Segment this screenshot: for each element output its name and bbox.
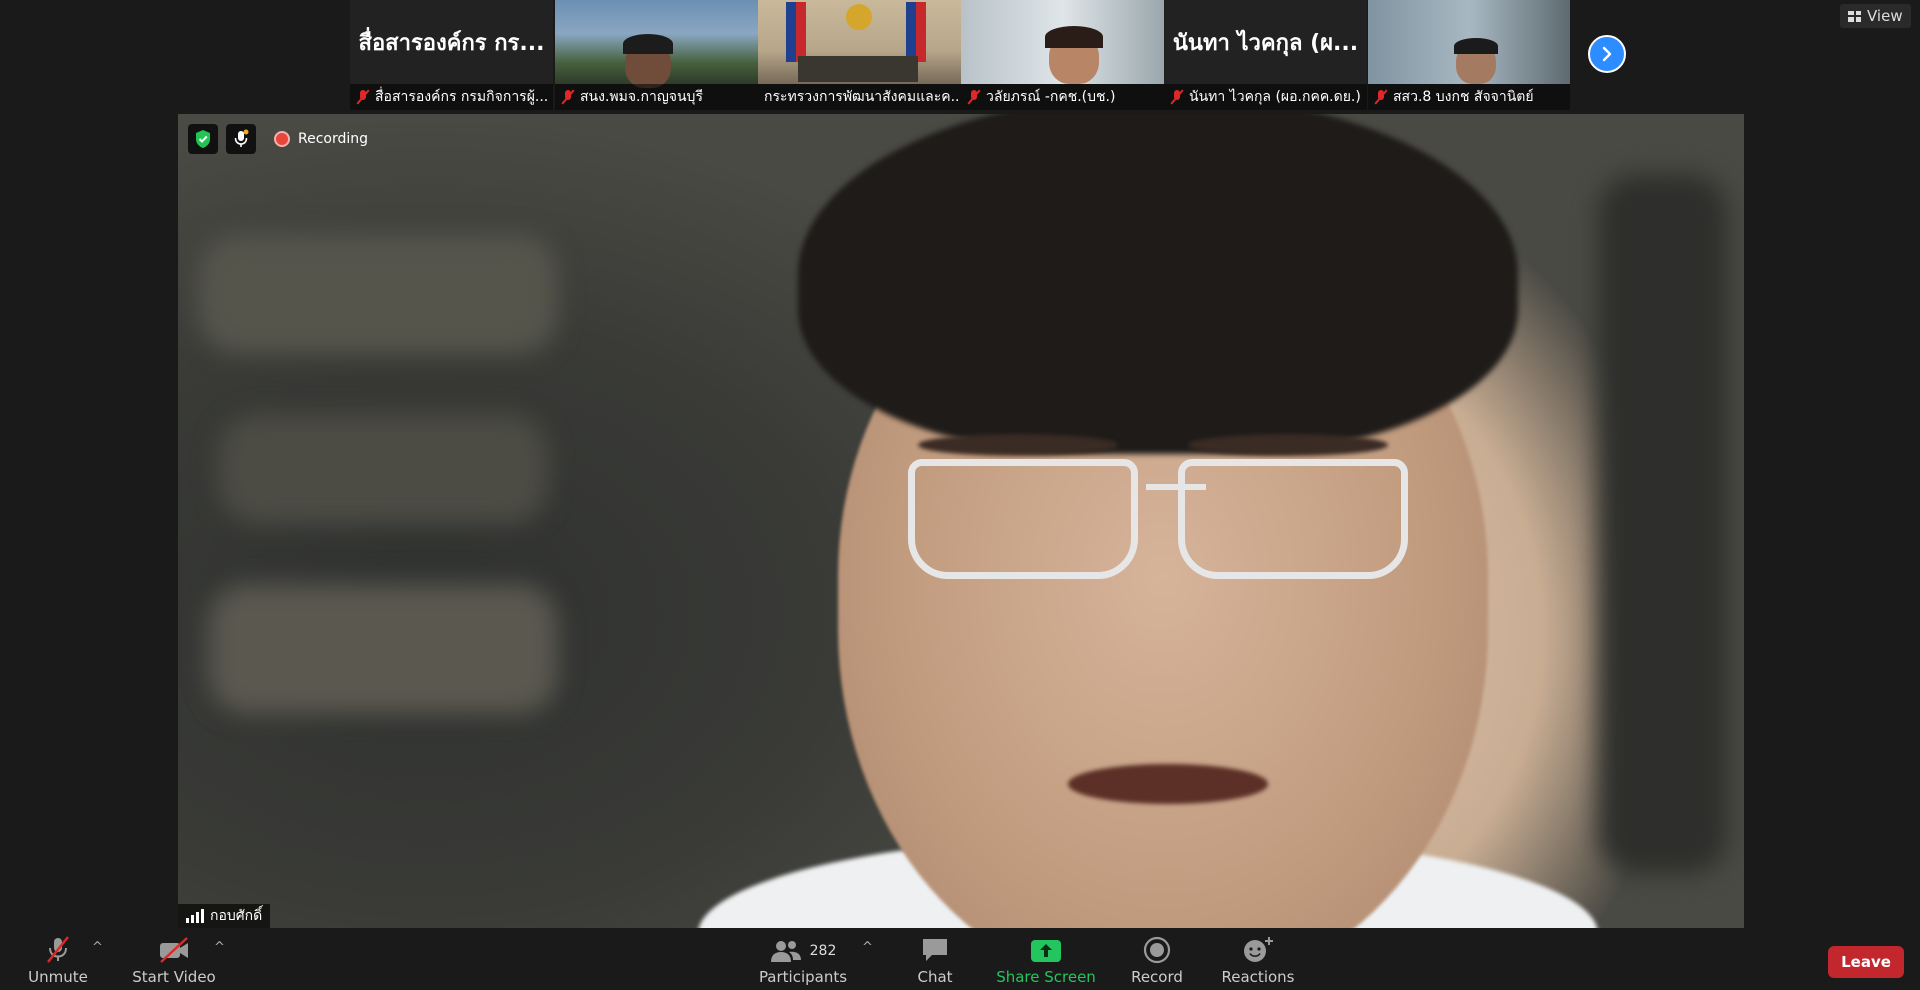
speaker-brow [918,434,1118,456]
chat-button[interactable]: Chat [908,934,962,986]
participants-options-caret[interactable]: ^ [862,940,873,955]
start-video-button[interactable]: Start Video [132,934,216,986]
participant-name-display: นันทา ไวคกุล (ผ... [1172,30,1359,56]
participant-name-display: สื่อสารองค์กร กร... [358,30,545,56]
speaker-glasses-left [908,459,1138,579]
speaker-glasses-right [1178,459,1408,579]
participant-thumbnail[interactable]: สนง.พมจ.กาญจนบุรี [555,0,758,110]
active-speaker-video: Recording กอบศักดิ์ [178,114,1744,928]
muted-mic-icon [356,89,370,105]
video-options-caret[interactable]: ^ [214,940,225,955]
participant-caption: สนง.พมจ.กาญจนบุรี [555,84,758,110]
participant-thumbnail[interactable]: สสว.8 บงกช สัจจานิตย์ [1368,0,1570,110]
meeting-status-bar: Recording [188,124,368,154]
next-page-button[interactable] [1588,35,1626,73]
record-icon [1143,936,1171,964]
participant-label: กระทรวงการพัฒนาสังคมและค... [764,89,961,105]
speaker-name: กอบศักดิ์ [210,908,263,924]
participant-video [758,0,961,84]
speaker-name-tag: กอบศักดิ์ [178,904,271,928]
participants-count: 282 [809,943,837,959]
speaker-mouth [1068,764,1268,804]
participant-video [961,0,1164,84]
participant-strip: สื่อสารองค์กร กร... สื่อสารองค์กร กรมกิจ… [0,0,1920,112]
participant-label: นันทา ไวคกุล (ผอ.กคค.ดย.) [1189,89,1361,105]
view-label: View [1867,7,1903,25]
participant-thumbnail[interactable]: กระทรวงการพัฒนาสังคมและค... [758,0,961,110]
unmute-button[interactable]: Unmute [26,934,90,986]
participant-label: สื่อสารองค์กร กรมกิจการผู้... [375,89,549,105]
recording-label: Recording [298,131,369,147]
leave-button[interactable]: Leave [1828,946,1904,978]
reactions-label: Reactions [1221,968,1295,986]
chat-label: Chat [917,968,953,986]
muted-mic-icon [1374,89,1388,105]
unmute-label: Unmute [28,968,88,986]
record-label: Record [1131,968,1183,986]
video-off-icon [160,937,188,963]
participants-label: Participants [758,968,848,986]
share-screen-button[interactable]: Share Screen [996,934,1096,986]
participants-button[interactable]: 282 Participants [758,934,848,986]
muted-mic-icon [561,89,575,105]
share-screen-icon [1031,940,1061,962]
start-video-label: Start Video [132,968,216,986]
muted-mic-icon [967,89,981,105]
participant-video [555,0,758,88]
participant-thumbnail[interactable]: วลัยภรณ์ -กคช.(บช.) [961,0,1164,110]
speaker-glasses-bridge [1146,484,1206,490]
participant-label: วลัยภรณ์ -กคช.(บช.) [986,89,1116,105]
chevron-right-icon [1602,46,1612,62]
share-screen-label: Share Screen [996,968,1096,986]
meeting-toolbar: Unmute ^ Start Video ^ 282 Participants … [0,928,1920,990]
speaker-hair [798,114,1518,454]
audio-status-button[interactable] [226,124,256,154]
participant-caption: วลัยภรณ์ -กคช.(บช.) [961,84,1164,110]
record-button[interactable]: Record [1130,934,1184,986]
microphone-icon [234,129,249,147]
participant-caption: นันทา ไวคกุล (ผอ.กคค.ดย.) [1164,84,1367,110]
participant-thumbnail[interactable]: สื่อสารองค์กร กร... สื่อสารองค์กร กรมกิจ… [350,0,553,110]
muted-microphone-icon [47,936,69,963]
reactions-button[interactable]: Reactions [1218,934,1298,986]
participant-caption: สื่อสารองค์กร กรมกิจการผู้... [350,84,553,110]
participant-video [1368,0,1570,84]
participants-icon [770,941,801,962]
grid-view-icon [1848,10,1861,22]
view-button[interactable]: View [1840,4,1911,28]
chat-icon [923,939,947,961]
participant-thumbnail[interactable]: นันทา ไวคกุล (ผ... นันทา ไวคกุล (ผอ.กคค.… [1164,0,1367,110]
smiley-plus-icon [1244,937,1273,962]
participant-caption: กระทรวงการพัฒนาสังคมและค... [758,84,961,110]
muted-mic-icon [1170,89,1184,105]
recording-indicator-icon [274,131,290,147]
encryption-shield-button[interactable] [188,124,218,154]
participant-label: สนง.พมจ.กาญจนบุรี [580,89,703,105]
signal-strength-icon [186,909,204,923]
participant-caption: สสว.8 บงกช สัจจานิตย์ [1368,84,1570,110]
audio-options-caret[interactable]: ^ [92,940,103,955]
participant-label: สสว.8 บงกช สัจจานิตย์ [1393,89,1534,105]
shield-check-icon [196,130,210,148]
speaker-brow [1188,434,1388,456]
